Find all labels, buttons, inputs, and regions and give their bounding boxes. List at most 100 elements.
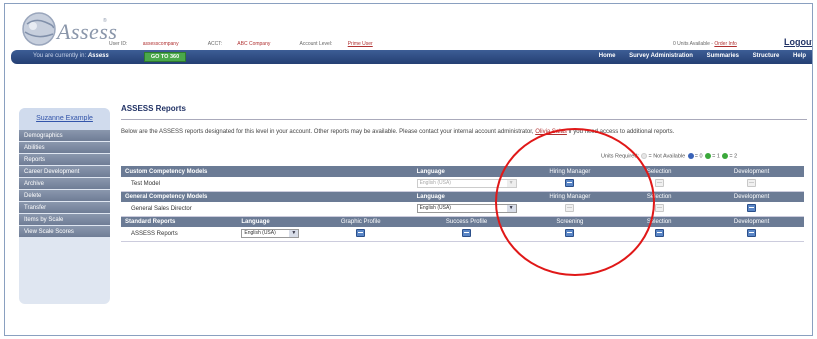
- report-icon[interactable]: [564, 229, 575, 238]
- custom-col-hiring-manager: Hiring Manager: [520, 166, 620, 177]
- table-row: ASSESS Reports English (USA) ▼: [121, 227, 804, 242]
- sidebar-item-demographics[interactable]: Demographics: [19, 130, 110, 142]
- legend-2: = 2: [729, 153, 738, 160]
- description: Below are the ASSESS reports designated …: [121, 128, 791, 136]
- description-text-end: if you need access to additional reports…: [568, 129, 675, 135]
- hiring-manager-cell: [520, 177, 620, 192]
- sidebar-item-reports[interactable]: Reports: [19, 154, 110, 166]
- main-content: ASSESS Reports Below are the ASSESS repo…: [121, 104, 807, 242]
- units-available: 0 Units Available - Order Info: [673, 41, 737, 47]
- table-row: Test Model English (USA) ▼: [121, 177, 804, 192]
- nav-structure[interactable]: Structure: [753, 53, 780, 59]
- report-icon[interactable]: [355, 229, 366, 238]
- general-col-development: Development: [699, 191, 804, 202]
- report-unavailable-icon: [654, 179, 665, 188]
- screening-cell: [520, 227, 620, 242]
- report-icon[interactable]: [746, 229, 757, 238]
- development-cell: [699, 177, 804, 192]
- title-divider: [121, 119, 807, 120]
- nav-help[interactable]: Help: [793, 53, 806, 59]
- sidebar-item-career-development[interactable]: Career Development: [19, 166, 110, 178]
- location-indicator: You are currently in: Assess: [33, 53, 109, 59]
- development-cell: [699, 227, 804, 242]
- general-col-hiring-manager: Hiring Manager: [520, 191, 620, 202]
- general-language-header: Language: [412, 191, 521, 202]
- selection-cell: [619, 177, 700, 192]
- language-select[interactable]: English (USA) ▼: [241, 229, 300, 239]
- sidebar-item-view-scale-scores[interactable]: View Scale Scores: [19, 226, 110, 238]
- custom-language-header: Language: [412, 166, 521, 177]
- standard-language-header: Language: [237, 216, 309, 227]
- general-models-header: General Competency Models Language Hirin…: [121, 191, 804, 202]
- language-value: English (USA): [419, 205, 451, 212]
- user-info: User ID: assesscompany ACCT: ABC Company…: [109, 41, 401, 47]
- sidebar-item-archive[interactable]: Archive: [19, 178, 110, 190]
- report-icon[interactable]: [461, 229, 472, 238]
- sidebar-item-items-by-scale[interactable]: Items by Scale: [19, 214, 110, 226]
- custom-col-selection: Selection: [619, 166, 700, 177]
- page-title: ASSESS Reports: [121, 104, 186, 113]
- selection-cell: [619, 202, 700, 217]
- custom-col-development: Development: [699, 166, 804, 177]
- report-unavailable-icon: [746, 179, 757, 188]
- language-value: English (USA): [244, 230, 276, 237]
- language-select[interactable]: English (USA) ▼: [416, 179, 517, 189]
- legend-1: = 1: [712, 153, 720, 160]
- units-0-icon: [687, 153, 694, 159]
- language-select[interactable]: English (USA) ▼: [416, 204, 517, 214]
- top-navbar: You are currently in: Assess GO TO 360 H…: [11, 50, 812, 64]
- report-icon[interactable]: [746, 204, 757, 213]
- standard-col-screening: Screening: [520, 216, 620, 227]
- sidebar-user-name[interactable]: Suzanne Example: [19, 108, 110, 130]
- administrator-link[interactable]: Olivia Salas: [535, 129, 567, 135]
- standard-col-graphic-profile: Graphic Profile: [308, 216, 413, 227]
- units-legend: Units Required: = Not Available = 0 = 1 …: [601, 153, 737, 159]
- development-cell: [699, 202, 804, 217]
- location-current: Assess: [87, 53, 109, 59]
- not-available-icon: [641, 153, 648, 159]
- report-icon[interactable]: [654, 229, 665, 238]
- app-window: Assess ® User ID: assesscompany ACCT: AB…: [4, 3, 813, 336]
- report-icon[interactable]: [564, 179, 575, 188]
- units-text: 0 Units Available -: [673, 41, 713, 47]
- legend-na: = Not Available: [648, 153, 686, 160]
- order-info-link[interactable]: Order Info: [714, 41, 737, 47]
- report-unavailable-icon: [564, 204, 575, 213]
- sidebar: Suzanne Example Demographics Abilities R…: [19, 108, 110, 304]
- row-name: General Sales Director: [121, 202, 413, 217]
- user-id-label: User ID:: [109, 41, 128, 47]
- go-to-360-button[interactable]: GO TO 360: [144, 52, 186, 62]
- custom-models-title: Custom Competency Models: [121, 166, 413, 177]
- nav-summaries[interactable]: Summaries: [707, 53, 739, 59]
- sidebar-item-delete[interactable]: Delete: [19, 190, 110, 202]
- chevron-down-icon: ▼: [289, 230, 299, 238]
- trademark-mark: ®: [103, 18, 107, 24]
- sidebar-item-abilities[interactable]: Abilities: [19, 142, 110, 154]
- chevron-down-icon: ▼: [506, 205, 516, 213]
- sidebar-item-transfer[interactable]: Transfer: [19, 202, 110, 214]
- general-models-title: General Competency Models: [121, 191, 413, 202]
- report-unavailable-icon: [654, 204, 665, 213]
- success-profile-cell: [412, 227, 521, 242]
- language-value: English (USA): [419, 180, 451, 187]
- selection-cell: [619, 227, 700, 242]
- account-level-link[interactable]: Prime User: [348, 41, 373, 47]
- description-text: Below are the ASSESS reports designated …: [121, 129, 534, 135]
- chevron-down-icon: ▼: [506, 180, 516, 188]
- nav-survey-administration[interactable]: Survey Administration: [629, 53, 693, 59]
- standard-col-success-profile: Success Profile: [412, 216, 521, 227]
- hiring-manager-cell: [520, 202, 620, 217]
- nav-links: Home Survey Administration Summaries Str…: [587, 53, 806, 59]
- location-prefix: You are currently in:: [33, 53, 87, 59]
- legend-0: = 0: [694, 153, 703, 160]
- row-name: Test Model: [121, 177, 413, 192]
- row-name: ASSESS Reports: [121, 227, 238, 242]
- general-col-selection: Selection: [619, 191, 700, 202]
- language-cell: English (USA) ▼: [237, 227, 309, 242]
- account-level-label: Account Level:: [299, 41, 333, 47]
- nav-home[interactable]: Home: [599, 53, 616, 59]
- logout-link[interactable]: Logout: [784, 37, 812, 47]
- acct-label: ACCT:: [207, 41, 223, 47]
- standard-reports-title: Standard Reports: [121, 216, 238, 227]
- units-1-icon: [705, 153, 712, 159]
